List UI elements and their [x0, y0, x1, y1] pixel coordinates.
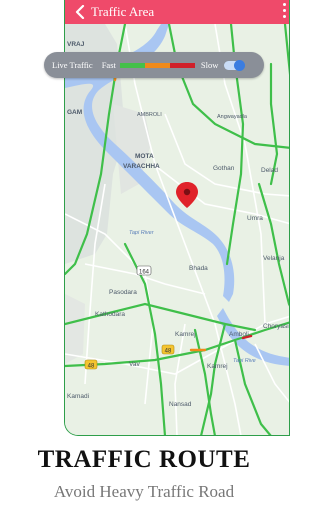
- map-label-choryasi: Choryasi: [263, 323, 289, 330]
- app-bar-title: Traffic Area: [91, 4, 155, 19]
- map-label-ambroli: AMBROLI: [137, 112, 162, 118]
- map-label-tapi-river: Tapi River: [129, 230, 155, 236]
- promo-headline: TRAFFIC ROUTE: [37, 446, 251, 473]
- live-traffic-legend: Live Traffic Fast Slow: [44, 52, 264, 78]
- medium-color-bar: [144, 62, 170, 68]
- map-label-vraj: VRAJ: [67, 41, 85, 48]
- svg-text:48: 48: [165, 349, 172, 355]
- traffic-map[interactable]: 164 48 48 VRAJ GAM AMBROLI MOTA VARACHHA…: [65, 24, 290, 436]
- map-label-tapi-right: Tapi Rive: [233, 358, 256, 364]
- live-traffic-toggle[interactable]: [224, 59, 246, 71]
- svg-text:48: 48: [88, 364, 95, 370]
- map-label-kamadi: Kamadi: [67, 393, 89, 400]
- map-label-vav: Vav: [129, 361, 140, 368]
- map-label-varachha: VARACHHA: [123, 163, 160, 170]
- map-label-velanja: Velanja: [263, 255, 285, 262]
- map-label-mota: MOTA: [135, 153, 154, 160]
- map-label-umra: Umra: [247, 215, 263, 222]
- map-label-kamrej2: Kamrej: [207, 363, 228, 370]
- road-shield-164: 164: [136, 265, 152, 276]
- slow-color-bar: [169, 62, 195, 68]
- app-bar: Traffic Area: [65, 0, 289, 24]
- promo-subline: Avoid Heavy Traffic Road: [53, 482, 235, 501]
- legend-fast-label: Fast: [101, 60, 116, 70]
- toggle-knob[interactable]: [234, 59, 246, 71]
- map-label-kathodara: Kathodara: [95, 311, 125, 318]
- map-label-pasodara: Pasodara: [109, 289, 137, 296]
- svg-text:164: 164: [139, 270, 150, 276]
- fast-color-bar: [119, 62, 145, 68]
- map-label-gothan: Gothan: [213, 165, 235, 172]
- map-label-angwayadla: Angwayadla: [217, 114, 248, 120]
- map-label-bhada: Bhada: [189, 265, 208, 272]
- legend-title: Live Traffic: [52, 60, 93, 70]
- map-label-amboli: Amboli: [229, 331, 249, 338]
- back-arrow-icon[interactable]: [71, 0, 89, 24]
- road-shield-48: 48: [161, 344, 175, 355]
- map-label-kamrej: Kamrej: [175, 331, 196, 338]
- road-shield-48b: 48: [84, 359, 98, 370]
- legend-slow-label: Slow: [200, 60, 219, 70]
- map-label-delad: Delad: [261, 167, 278, 174]
- map-label-nansad: Nansad: [169, 401, 192, 408]
- traffic-color-scale: [119, 62, 195, 68]
- more-options-icon[interactable]: [281, 3, 287, 18]
- map-label-gam: GAM: [67, 109, 82, 116]
